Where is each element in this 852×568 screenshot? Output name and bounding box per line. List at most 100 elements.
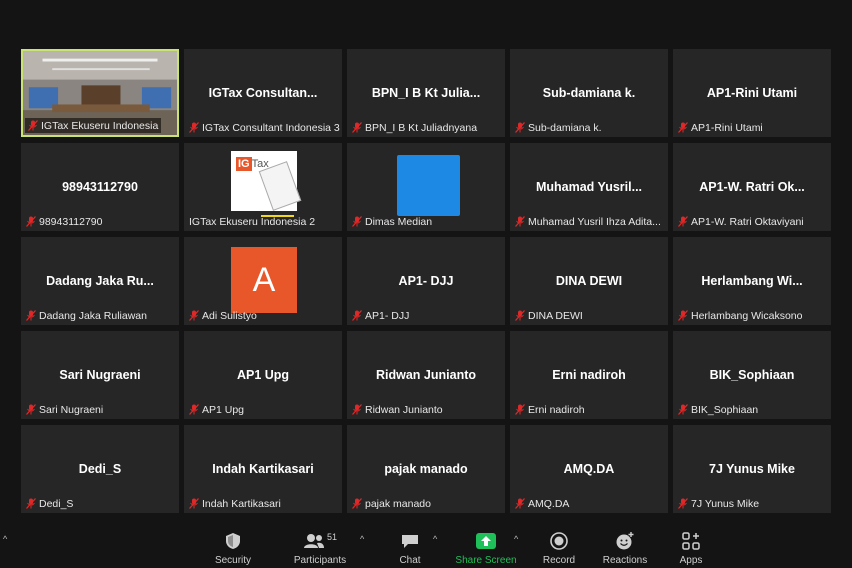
participant-name: AP1- DJJ — [365, 309, 410, 322]
participant-name: pajak manado — [365, 497, 431, 510]
participant-tile[interactable]: BIK_Sophiaan BIK_Sophiaan — [673, 331, 831, 419]
participants-count: 51 — [326, 532, 337, 542]
participant-tile[interactable]: A Adi Sulistyo — [184, 237, 342, 325]
participant-tile[interactable]: IG Tax IGTax Ekuseru Indonesia 2 — [184, 143, 342, 231]
participant-name-label: Dadang Jaka Ruliawan — [23, 308, 150, 323]
participant-tile[interactable]: AP1- DJJ AP1- DJJ — [347, 237, 505, 325]
share-screen-label: Share Screen — [455, 555, 517, 566]
participant-name-label: IGTax Ekuseru Indonesia — [25, 118, 162, 133]
muted-mic-icon — [515, 404, 525, 415]
participants-options-caret[interactable]: ^ — [360, 534, 364, 544]
participant-name: 98943112790 — [39, 215, 103, 228]
participant-name: AP1-W. Ratri Oktaviyani — [691, 215, 804, 228]
participant-name-large: Sub-damiana k. — [542, 86, 636, 100]
record-label: Record — [542, 555, 576, 566]
share-screen-button[interactable]: Share Screen — [455, 525, 517, 568]
participant-name: Sub-damiana k. — [528, 121, 602, 134]
muted-mic-icon — [515, 216, 525, 227]
participant-name-large: Ridwan Junianto — [376, 368, 476, 382]
participant-tile[interactable]: pajak manado pajak manado — [347, 425, 505, 513]
participant-name-label: 98943112790 — [23, 214, 105, 229]
participant-name: AP1-Rini Utami — [691, 121, 763, 134]
apps-button[interactable]: Apps — [677, 525, 705, 568]
igtax-logo: IG Tax — [231, 151, 302, 211]
apps-label: Apps — [679, 555, 703, 566]
security-button[interactable]: Security — [213, 525, 253, 568]
record-icon — [550, 530, 568, 552]
muted-mic-icon — [678, 216, 688, 227]
chat-button[interactable]: Chat — [396, 525, 424, 568]
profile-picture — [397, 155, 460, 216]
muted-mic-icon — [352, 216, 362, 227]
participant-tile[interactable]: Dimas Median — [347, 143, 505, 231]
participant-name-label: pajak manado — [349, 496, 434, 511]
participant-name: IGTax Ekuseru Indonesia — [41, 119, 159, 132]
muted-mic-icon — [189, 404, 199, 415]
participant-name-label: Erni nadiroh — [512, 402, 588, 417]
participant-name-label: Adi Sulistyo — [186, 308, 260, 323]
participant-tile[interactable]: Dedi_S Dedi_S — [21, 425, 179, 513]
participant-name-label: Dimas Median — [349, 214, 435, 229]
participant-name-large: BIK_Sophiaan — [709, 368, 795, 382]
participant-tile[interactable]: AMQ.DA AMQ.DA — [510, 425, 668, 513]
shield-icon — [225, 530, 241, 552]
participant-name-large: 98943112790 — [62, 180, 138, 194]
participant-name-label: Indah Kartikasari — [186, 496, 284, 511]
muted-mic-icon — [189, 498, 199, 509]
participant-tile[interactable]: Indah Kartikasari Indah Kartikasari — [184, 425, 342, 513]
participants-icon: 51 — [303, 530, 337, 552]
muted-mic-icon — [189, 310, 199, 321]
participant-tile[interactable]: Erni nadiroh Erni nadiroh — [510, 331, 668, 419]
participant-name-large: AP1-Rini Utami — [706, 86, 798, 100]
share-options-caret[interactable]: ^ — [514, 534, 518, 544]
participant-name-large: pajak manado — [384, 462, 468, 476]
participant-name: DINA DEWI — [528, 309, 583, 322]
chat-options-caret[interactable]: ^ — [433, 534, 437, 544]
participant-tile[interactable]: AP1-Rini Utami AP1-Rini Utami — [673, 49, 831, 137]
participant-name-label: IGTax Consultant Indonesia 3 — [186, 120, 342, 135]
participant-tile[interactable]: Sub-damiana k. Sub-damiana k. — [510, 49, 668, 137]
participant-name-label: DINA DEWI — [512, 308, 586, 323]
record-button[interactable]: Record — [541, 525, 577, 568]
participants-button[interactable]: 51 Participants — [293, 525, 347, 568]
participant-name: Herlambang Wicaksono — [691, 309, 803, 322]
reactions-icon — [615, 530, 635, 552]
participant-name-label: 7J Yunus Mike — [675, 496, 762, 511]
muted-mic-icon — [26, 498, 36, 509]
participant-name-large: IGTax Consultan... — [208, 86, 318, 100]
participant-name-label: Herlambang Wicaksono — [675, 308, 805, 323]
participant-name-label: AP1-Rini Utami — [675, 120, 766, 135]
participant-tile[interactable]: Sari Nugraeni Sari Nugraeni — [21, 331, 179, 419]
participant-name-large: BPN_I B Kt Julia... — [371, 86, 481, 100]
participant-name: Indah Kartikasari — [202, 497, 281, 510]
participant-name-large: Indah Kartikasari — [212, 462, 314, 476]
participant-tile[interactable]: 98943112790 98943112790 — [21, 143, 179, 231]
participant-name: Ridwan Junianto — [365, 403, 443, 416]
muted-mic-icon — [189, 122, 199, 133]
participant-tile[interactable]: AP1-W. Ratri Ok... AP1-W. Ratri Oktaviyan… — [673, 143, 831, 231]
participant-name-label: IGTax Ekuseru Indonesia 2 — [186, 214, 318, 229]
participant-tile[interactable]: DINA DEWI DINA DEWI — [510, 237, 668, 325]
participant-tile[interactable]: IGTax Ekuseru Indonesia — [21, 49, 179, 137]
participant-name: Dadang Jaka Ruliawan — [39, 309, 147, 322]
participant-tile[interactable]: 7J Yunus Mike 7J Yunus Mike — [673, 425, 831, 513]
participant-tile[interactable]: Dadang Jaka Ru... Dadang Jaka Ruliawan — [21, 237, 179, 325]
participant-tile[interactable]: Muhamad Yusril... Muhamad Yusril Ihza Adi… — [510, 143, 668, 231]
reactions-button[interactable]: Reactions — [602, 525, 648, 568]
participant-name-label: AP1 Upg — [186, 402, 247, 417]
chevron-up-icon[interactable]: ^ — [3, 534, 7, 544]
participant-name: Muhamad Yusril Ihza Adita... — [528, 215, 661, 228]
participant-tile[interactable]: IGTax Consultan... IGTax Consultant Indon… — [184, 49, 342, 137]
participant-name-large: AP1 Upg — [236, 368, 290, 382]
participant-name: AMQ.DA — [528, 497, 570, 510]
participant-name: AP1 Upg — [202, 403, 245, 416]
participant-name-large: Dedi_S — [78, 462, 122, 476]
participant-tile[interactable]: Ridwan Junianto Ridwan Junianto — [347, 331, 505, 419]
participant-tile[interactable]: Herlambang Wi... Herlambang Wicaksono — [673, 237, 831, 325]
participant-name-label: AMQ.DA — [512, 496, 572, 511]
participant-tile[interactable]: AP1 Upg AP1 Upg — [184, 331, 342, 419]
muted-mic-icon — [678, 498, 688, 509]
participant-name: Dimas Median — [365, 215, 433, 228]
participant-tile[interactable]: BPN_I B Kt Julia... BPN_I B Kt Juliadnyan… — [347, 49, 505, 137]
participant-name: IGTax Consultant Indonesia 3 — [202, 121, 340, 134]
